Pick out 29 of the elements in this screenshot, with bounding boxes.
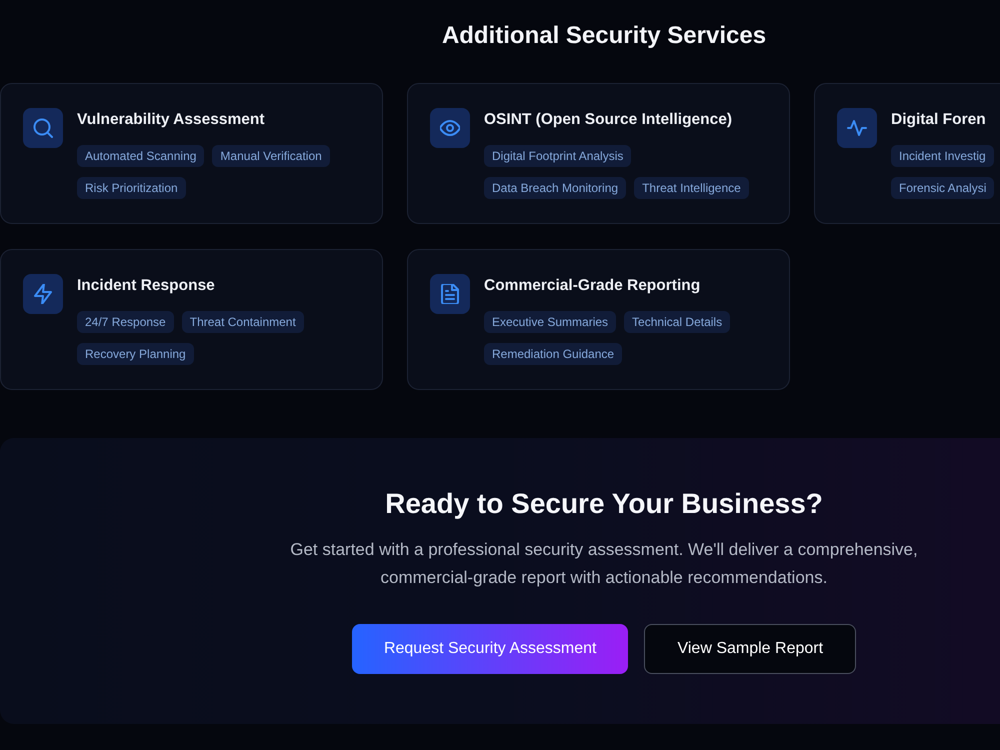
document-icon <box>430 274 470 314</box>
service-tag: Forensic Analysi <box>891 177 994 199</box>
sample-report-button[interactable]: View Sample Report <box>644 624 856 674</box>
service-tag: Manual Verification <box>212 145 330 167</box>
service-tag: Incident Investig <box>891 145 994 167</box>
service-title: Commercial-Grade Reporting <box>484 276 702 296</box>
eye-icon <box>430 108 470 148</box>
service-tag: Digital Footprint Analysis <box>484 145 632 167</box>
pulse-icon <box>837 108 877 148</box>
section-title: Additional Security Services <box>440 21 768 51</box>
service-tag: Remediation Guidance <box>484 343 622 365</box>
service-title: Vulnerability Assessment <box>77 110 266 130</box>
search-icon <box>23 108 63 148</box>
service-tag: Technical Details <box>624 311 730 333</box>
lightning-icon <box>23 274 63 314</box>
service-tag: Risk Prioritization <box>77 177 186 199</box>
service-tag: Threat Intelligence <box>634 177 749 199</box>
request-assessment-button[interactable]: Request Security Assessment <box>352 624 628 674</box>
service-tag: Executive Summaries <box>484 311 616 333</box>
service-tag: Recovery Planning <box>77 343 194 365</box>
service-tag: 24/7 Response <box>77 311 174 333</box>
service-tag: Data Breach Monitoring <box>484 177 626 199</box>
cta-text: Get started with a professional security assessment. We'll deliver a comprehensive, commercial-grade report with actionable recommendations. <box>289 539 919 589</box>
cta-title: Ready to Secure Your Business? <box>384 487 824 521</box>
service-tag: Automated Scanning <box>77 145 204 167</box>
service-title: Digital Foren <box>891 110 987 130</box>
service-tag: Threat Containment <box>182 311 304 333</box>
service-title: Incident Response <box>77 276 216 296</box>
service-title: OSINT (Open Source Intelligence) <box>484 110 734 130</box>
